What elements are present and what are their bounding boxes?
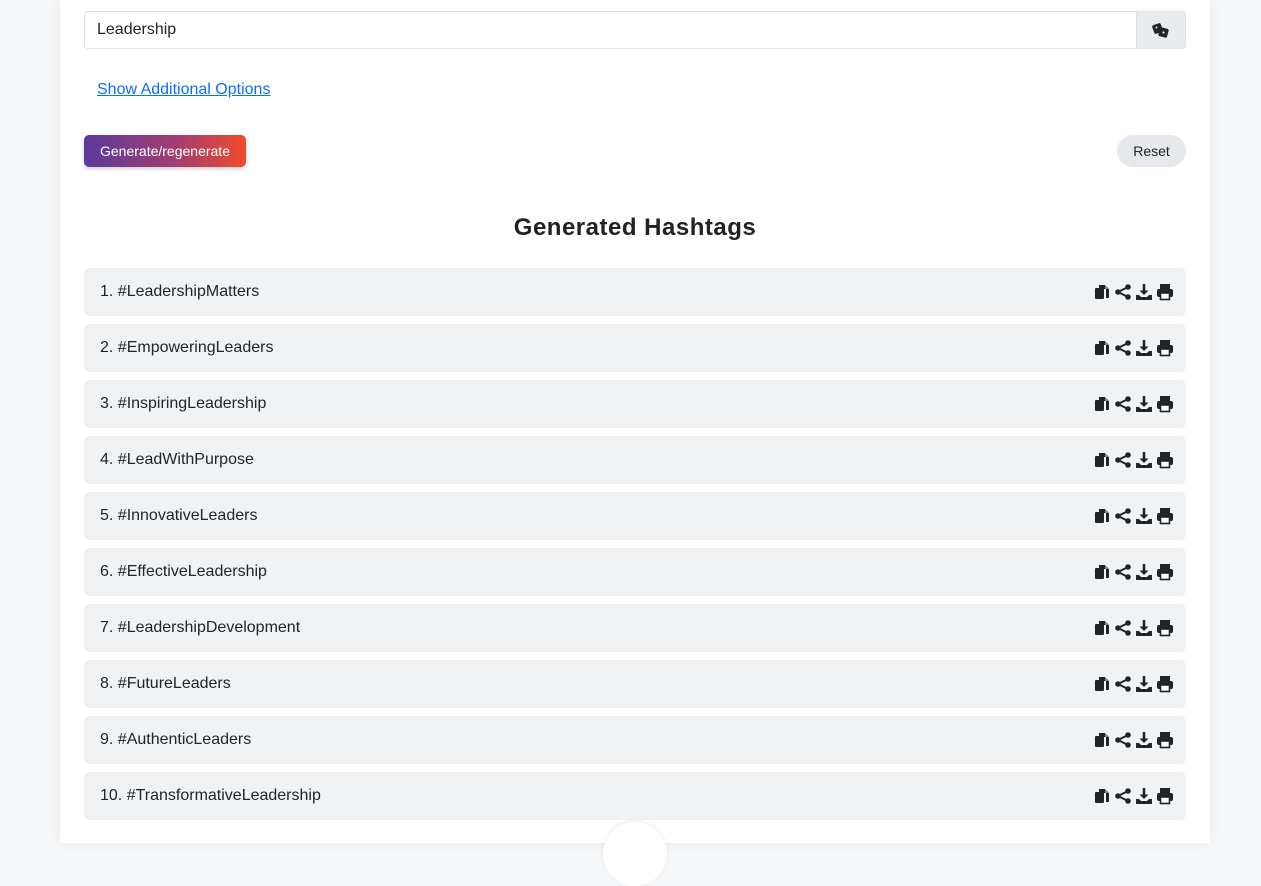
hashtag-item: 8. #FutureLeaders (84, 660, 1186, 708)
copy-icon[interactable] (1093, 675, 1111, 693)
hashtag-actions (1093, 507, 1174, 525)
hashtag-list: 1. #LeadershipMatters 2. #EmpoweringLeade… (84, 268, 1186, 828)
hashtag-actions (1093, 451, 1174, 469)
copy-icon[interactable] (1093, 731, 1111, 749)
download-icon[interactable] (1135, 731, 1153, 749)
topic-input-group (84, 11, 1186, 49)
share-icon[interactable] (1114, 507, 1132, 525)
download-icon[interactable] (1135, 675, 1153, 693)
print-icon[interactable] (1156, 451, 1174, 469)
hashtag-actions (1093, 395, 1174, 413)
print-icon[interactable] (1156, 731, 1174, 749)
hashtag-item: 5. #InnovativeLeaders (84, 492, 1186, 540)
hashtag-item: 10. #TransformativeLeadership (84, 772, 1186, 820)
print-icon[interactable] (1156, 507, 1174, 525)
print-icon[interactable] (1156, 283, 1174, 301)
hashtag-text: 6. #EffectiveLeadership (100, 563, 267, 580)
results-title: Generated Hashtags (513, 214, 757, 241)
hashtag-text: 10. #TransformativeLeadership (100, 787, 321, 804)
hashtag-item: 7. #LeadershipDevelopment (84, 604, 1186, 652)
copy-icon[interactable] (1093, 619, 1111, 637)
share-icon[interactable] (1114, 451, 1132, 469)
share-icon[interactable] (1114, 731, 1132, 749)
share-icon[interactable] (1114, 619, 1132, 637)
hashtag-text: 7. #LeadershipDevelopment (100, 619, 301, 636)
hashtag-text: 2. #EmpoweringLeaders (100, 339, 274, 356)
show-additional-options-link[interactable]: Show Additional Options (97, 81, 270, 99)
hashtag-actions (1093, 563, 1174, 581)
download-icon[interactable] (1135, 507, 1153, 525)
copy-icon[interactable] (1093, 339, 1111, 357)
reset-button[interactable]: Reset (1117, 135, 1186, 167)
share-icon[interactable] (1114, 395, 1132, 413)
hashtag-text: 5. #InnovativeLeaders (100, 507, 258, 524)
hashtag-text: 3. #InspiringLeadership (100, 395, 267, 412)
copy-icon[interactable] (1093, 395, 1111, 413)
hashtag-item: 3. #InspiringLeadership (84, 380, 1186, 428)
hashtag-actions (1093, 283, 1174, 301)
copy-icon[interactable] (1093, 787, 1111, 805)
topic-input[interactable] (84, 11, 1136, 49)
hashtag-text: 8. #FutureLeaders (100, 675, 231, 692)
share-icon[interactable] (1114, 339, 1132, 357)
print-icon[interactable] (1156, 787, 1174, 805)
download-icon[interactable] (1135, 395, 1153, 413)
scroll-indicator[interactable] (603, 822, 667, 886)
print-icon[interactable] (1156, 395, 1174, 413)
print-icon[interactable] (1156, 675, 1174, 693)
copy-icon[interactable] (1093, 563, 1111, 581)
hashtag-text: 4. #LeadWithPurpose (100, 451, 254, 468)
print-icon[interactable] (1156, 619, 1174, 637)
main-card: Show Additional Options Generate/regener… (60, 0, 1210, 843)
hashtag-item: 9. #AuthenticLeaders (84, 716, 1186, 764)
share-icon[interactable] (1114, 563, 1132, 581)
download-icon[interactable] (1135, 619, 1153, 637)
share-icon[interactable] (1114, 787, 1132, 805)
download-icon[interactable] (1135, 339, 1153, 357)
hashtag-text: 1. #LeadershipMatters (100, 283, 260, 300)
download-icon[interactable] (1135, 787, 1153, 805)
copy-icon[interactable] (1093, 451, 1111, 469)
hashtag-item: 6. #EffectiveLeadership (84, 548, 1186, 596)
hashtag-actions (1093, 339, 1174, 357)
hashtag-item: 1. #LeadershipMatters (84, 268, 1186, 316)
dice-icon (1152, 22, 1170, 38)
print-icon[interactable] (1156, 563, 1174, 581)
copy-icon[interactable] (1093, 507, 1111, 525)
hashtag-actions (1093, 787, 1174, 805)
action-buttons-row: Generate/regenerate Reset (84, 135, 1186, 167)
hashtag-text: 9. #AuthenticLeaders (100, 731, 252, 748)
hashtag-actions (1093, 675, 1174, 693)
random-topic-button[interactable] (1136, 11, 1186, 49)
download-icon[interactable] (1135, 563, 1153, 581)
generate-button[interactable]: Generate/regenerate (84, 135, 246, 167)
download-icon[interactable] (1135, 283, 1153, 301)
download-icon[interactable] (1135, 451, 1153, 469)
copy-icon[interactable] (1093, 283, 1111, 301)
hashtag-actions (1093, 731, 1174, 749)
hashtag-item: 4. #LeadWithPurpose (84, 436, 1186, 484)
hashtag-item: 2. #EmpoweringLeaders (84, 324, 1186, 372)
print-icon[interactable] (1156, 339, 1174, 357)
share-icon[interactable] (1114, 283, 1132, 301)
hashtag-actions (1093, 619, 1174, 637)
share-icon[interactable] (1114, 675, 1132, 693)
